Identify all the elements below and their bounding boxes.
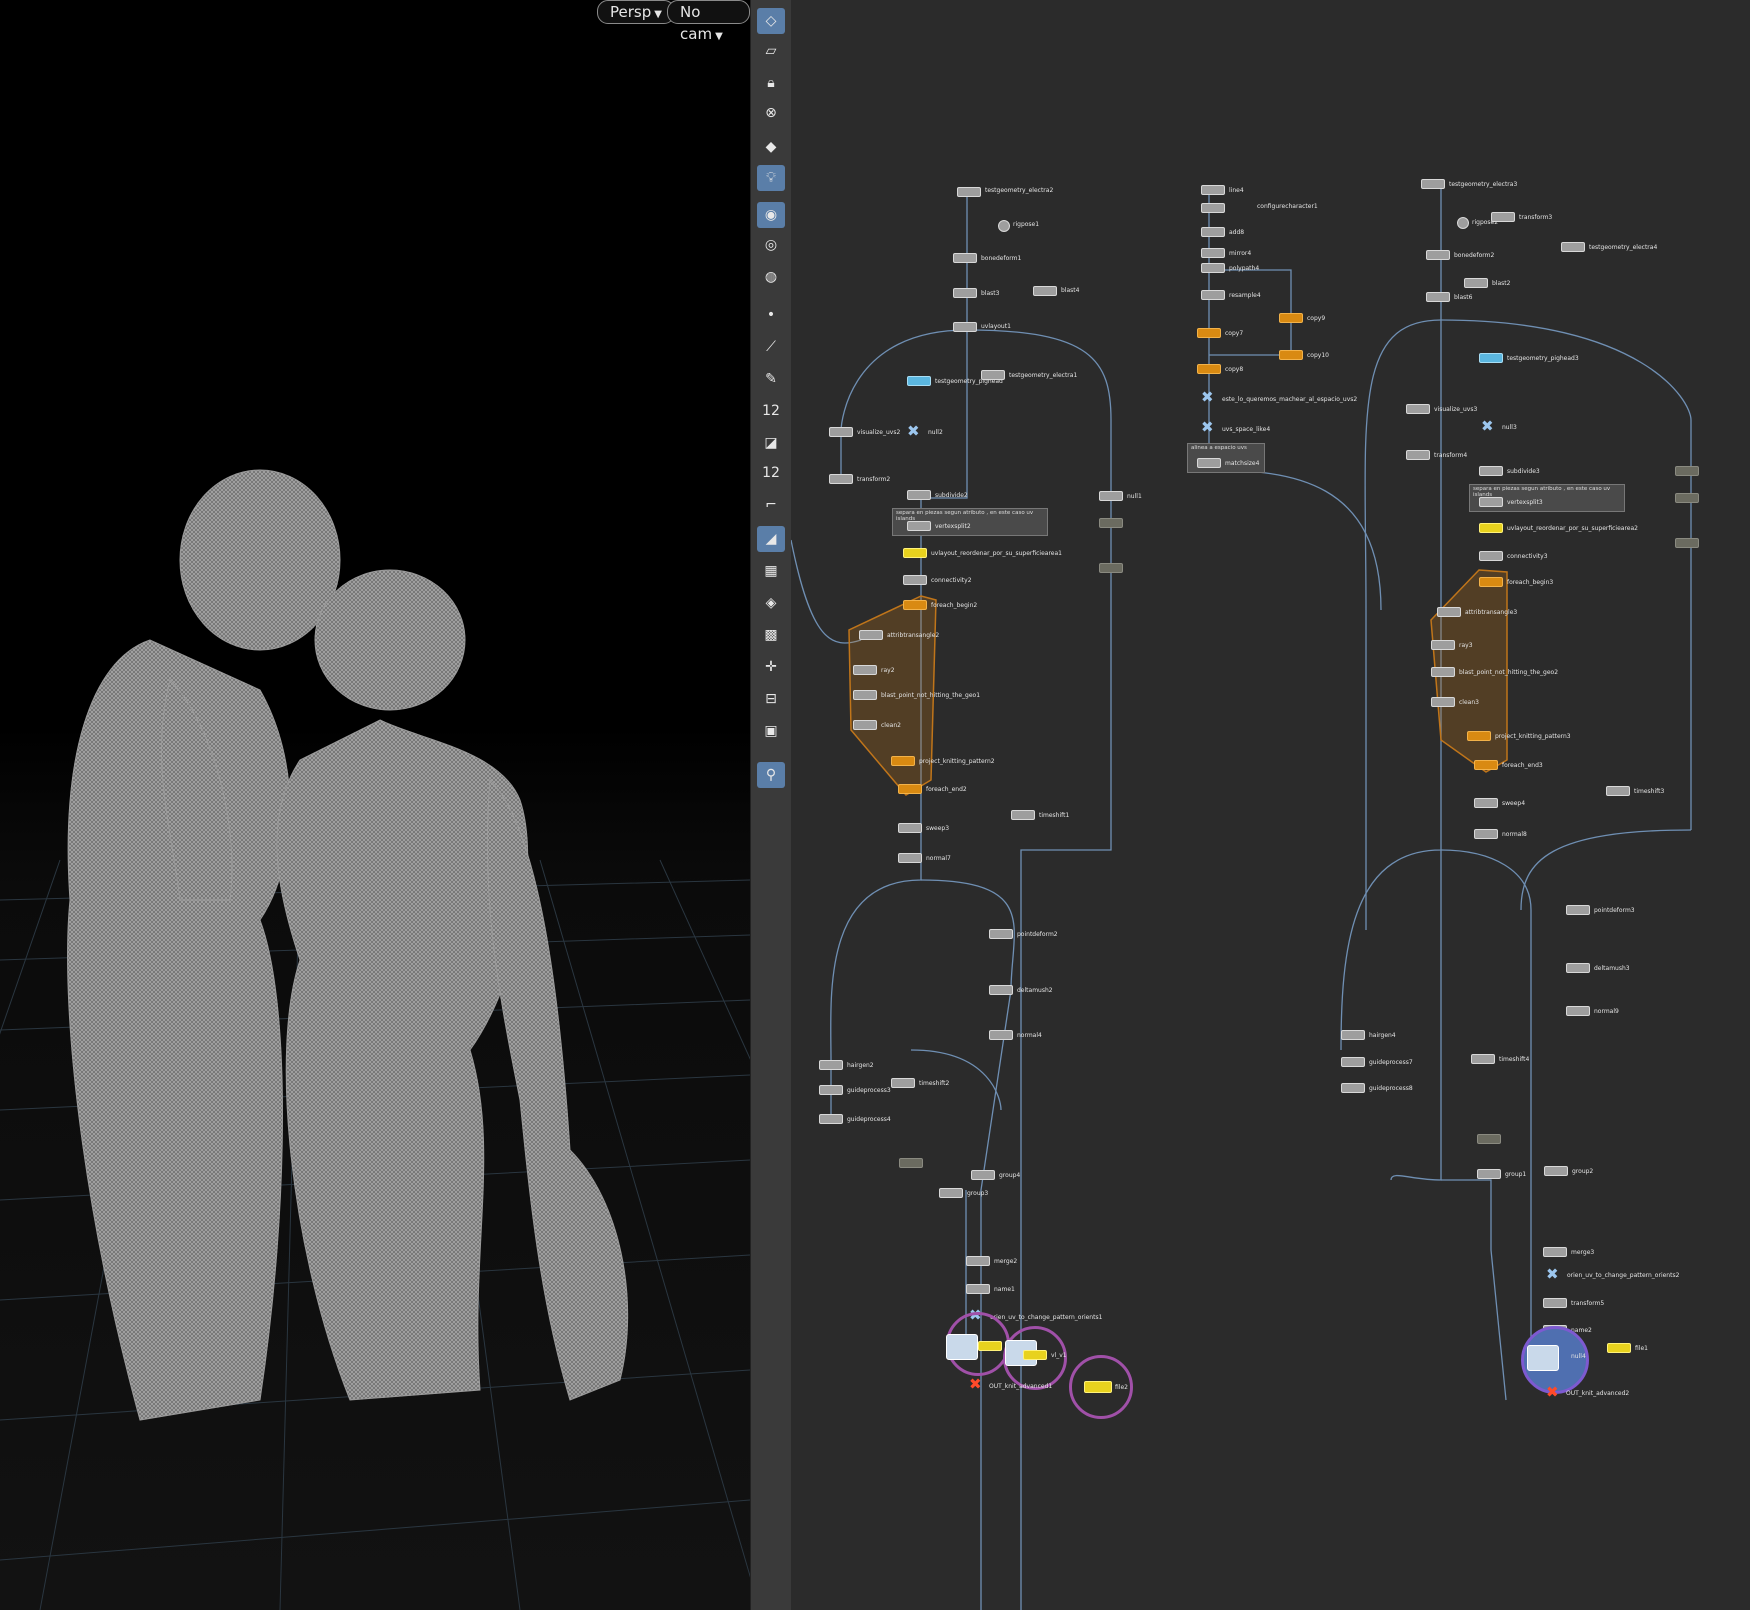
node-sweep4[interactable] bbox=[1474, 798, 1498, 808]
point-count: 12 bbox=[762, 403, 780, 419]
render-eye-icon[interactable]: ◍ bbox=[757, 264, 785, 290]
node-attribtransangle3[interactable] bbox=[1437, 607, 1461, 617]
node-blast_point3[interactable] bbox=[1431, 667, 1455, 677]
node-label: normal8 bbox=[1502, 831, 1527, 838]
node-label: guideprocess8 bbox=[1369, 1085, 1413, 1092]
node-label: project_knitting_pattern3 bbox=[1495, 733, 1571, 740]
node-transform5[interactable] bbox=[1543, 1298, 1567, 1308]
node-merge3[interactable] bbox=[1543, 1247, 1567, 1257]
node-label: guideprocess7 bbox=[1369, 1059, 1413, 1066]
node-label: pointdeform3 bbox=[1594, 907, 1635, 914]
node-group2[interactable] bbox=[1544, 1166, 1568, 1176]
ghost-icon[interactable]: ⊗ bbox=[757, 100, 785, 126]
camera-label: No cam bbox=[680, 3, 713, 43]
node-normal8[interactable] bbox=[1474, 829, 1498, 839]
node-label: ray3 bbox=[1459, 642, 1473, 649]
viewport-toolbar: ◇ ▱ 🔒︎ ⊗ ◆ 💡︎ ◉ ◎ ◍ • ⟋ ✎ 12 ◪ 12 ⌐ ◢ ▦ … bbox=[750, 0, 792, 1610]
node-label: merge3 bbox=[1571, 1249, 1595, 1256]
checker-icon[interactable]: ▦ bbox=[757, 558, 785, 584]
axis-icon[interactable]: ✛ bbox=[757, 654, 785, 680]
surface-count: 12 bbox=[762, 465, 780, 481]
node-label: hairgen4 bbox=[1369, 1032, 1396, 1039]
node-hairgen4[interactable] bbox=[1341, 1030, 1365, 1040]
node-label: normal9 bbox=[1594, 1008, 1619, 1015]
node-dim-5[interactable] bbox=[1675, 538, 1699, 548]
node-label: orien_uv_to_change_pattern_orients2 bbox=[1567, 1272, 1680, 1279]
node-guideprocess-dim-2[interactable] bbox=[1477, 1134, 1501, 1144]
node-label: group2 bbox=[1572, 1168, 1594, 1175]
node-label: group1 bbox=[1505, 1171, 1527, 1178]
uv-icon[interactable]: ▩ bbox=[757, 622, 785, 648]
node-timeshift3[interactable] bbox=[1606, 786, 1630, 796]
knit-figure-2 bbox=[276, 569, 629, 1401]
point-icon[interactable]: • bbox=[757, 302, 785, 328]
node-file1[interactable] bbox=[1607, 1343, 1631, 1353]
persp-label: Persp bbox=[610, 3, 652, 21]
node-label: clean3 bbox=[1459, 699, 1479, 706]
node-label: OUT_knit_advanced2 bbox=[1566, 1390, 1630, 1397]
display-mode-icon[interactable]: ◉ bbox=[757, 202, 785, 228]
node-label: timeshift4 bbox=[1499, 1056, 1530, 1063]
light-diamond-icon[interactable]: ◆ bbox=[757, 134, 785, 160]
surface-icon[interactable]: ◪ bbox=[757, 430, 785, 456]
node-foreach_begin3[interactable] bbox=[1479, 577, 1503, 587]
node-deltamush3[interactable] bbox=[1566, 963, 1590, 973]
node-label: transform5 bbox=[1571, 1300, 1605, 1307]
node-label: foreach_begin3 bbox=[1507, 579, 1554, 586]
select-icon[interactable]: ◇ bbox=[757, 8, 785, 34]
node-foreach_end3[interactable] bbox=[1474, 760, 1498, 770]
camera-button[interactable]: No cam ▼ bbox=[667, 0, 750, 43]
landscape-icon[interactable]: ▣ bbox=[757, 718, 785, 744]
node-orien_uv2[interactable]: ✖ bbox=[1546, 1267, 1559, 1282]
node-label: deltamush3 bbox=[1594, 965, 1630, 972]
shaded-icon[interactable]: ◢ bbox=[757, 526, 785, 552]
bulb-icon[interactable]: 💡︎ bbox=[757, 165, 785, 191]
wire-eye-icon[interactable]: ◎ bbox=[757, 232, 785, 258]
node-dim-3[interactable] bbox=[1675, 466, 1699, 476]
node-clean3[interactable] bbox=[1431, 697, 1455, 707]
node-label: file1 bbox=[1635, 1345, 1648, 1352]
pin-icon[interactable]: ⚲ bbox=[757, 762, 785, 788]
node-normal9[interactable] bbox=[1566, 1006, 1590, 1016]
brush-icon[interactable]: ⟋ bbox=[757, 334, 785, 360]
node-out_knit2[interactable]: ✖ bbox=[1546, 1385, 1559, 1400]
node-project_knitting_pattern3[interactable] bbox=[1467, 731, 1491, 741]
scene-viewport[interactable]: Persp ▼ No cam ▼ bbox=[0, 0, 750, 1610]
node-network-editor[interactable]: testgeometry_electra2 rigpose1 bonedefor… bbox=[791, 0, 1750, 1610]
node-label: attribtransangle3 bbox=[1465, 609, 1518, 616]
node-null4-object[interactable] bbox=[1527, 1345, 1559, 1371]
node-ray3[interactable] bbox=[1431, 640, 1455, 650]
node-guideprocess7[interactable] bbox=[1341, 1057, 1365, 1067]
persp-button[interactable]: Persp ▼ bbox=[597, 0, 675, 24]
node-dim-4[interactable] bbox=[1675, 493, 1699, 503]
node-guideprocess8[interactable] bbox=[1341, 1083, 1365, 1093]
frame-icon[interactable]: ◈ bbox=[757, 590, 785, 616]
curve-icon[interactable]: ⌐ bbox=[757, 492, 785, 518]
node-timeshift4[interactable] bbox=[1471, 1054, 1495, 1064]
chevron-down-icon: ▼ bbox=[715, 31, 723, 42]
lock-icon[interactable]: 🔒︎ bbox=[757, 70, 785, 96]
panel-icon[interactable]: ⊟ bbox=[757, 686, 785, 712]
node-label: null4 bbox=[1571, 1353, 1586, 1360]
edit-icon[interactable]: ▱ bbox=[757, 38, 785, 64]
chevron-down-icon: ▼ bbox=[654, 9, 662, 20]
node-group1[interactable] bbox=[1477, 1169, 1501, 1179]
node-label: foreach_end3 bbox=[1502, 762, 1543, 769]
node-label: sweep4 bbox=[1502, 800, 1526, 807]
node-label: blast_point_not_hitting_the_geo2 bbox=[1459, 669, 1559, 676]
scene-render bbox=[0, 469, 750, 1610]
foreach-block-2 bbox=[1430, 569, 1508, 773]
surface-count-icon[interactable]: 12 bbox=[757, 460, 785, 486]
point-count-icon[interactable]: 12 bbox=[757, 398, 785, 424]
node-pointdeform3[interactable] bbox=[1566, 905, 1590, 915]
node-label: timeshift3 bbox=[1634, 788, 1665, 795]
pen-icon[interactable]: ✎ bbox=[757, 366, 785, 392]
